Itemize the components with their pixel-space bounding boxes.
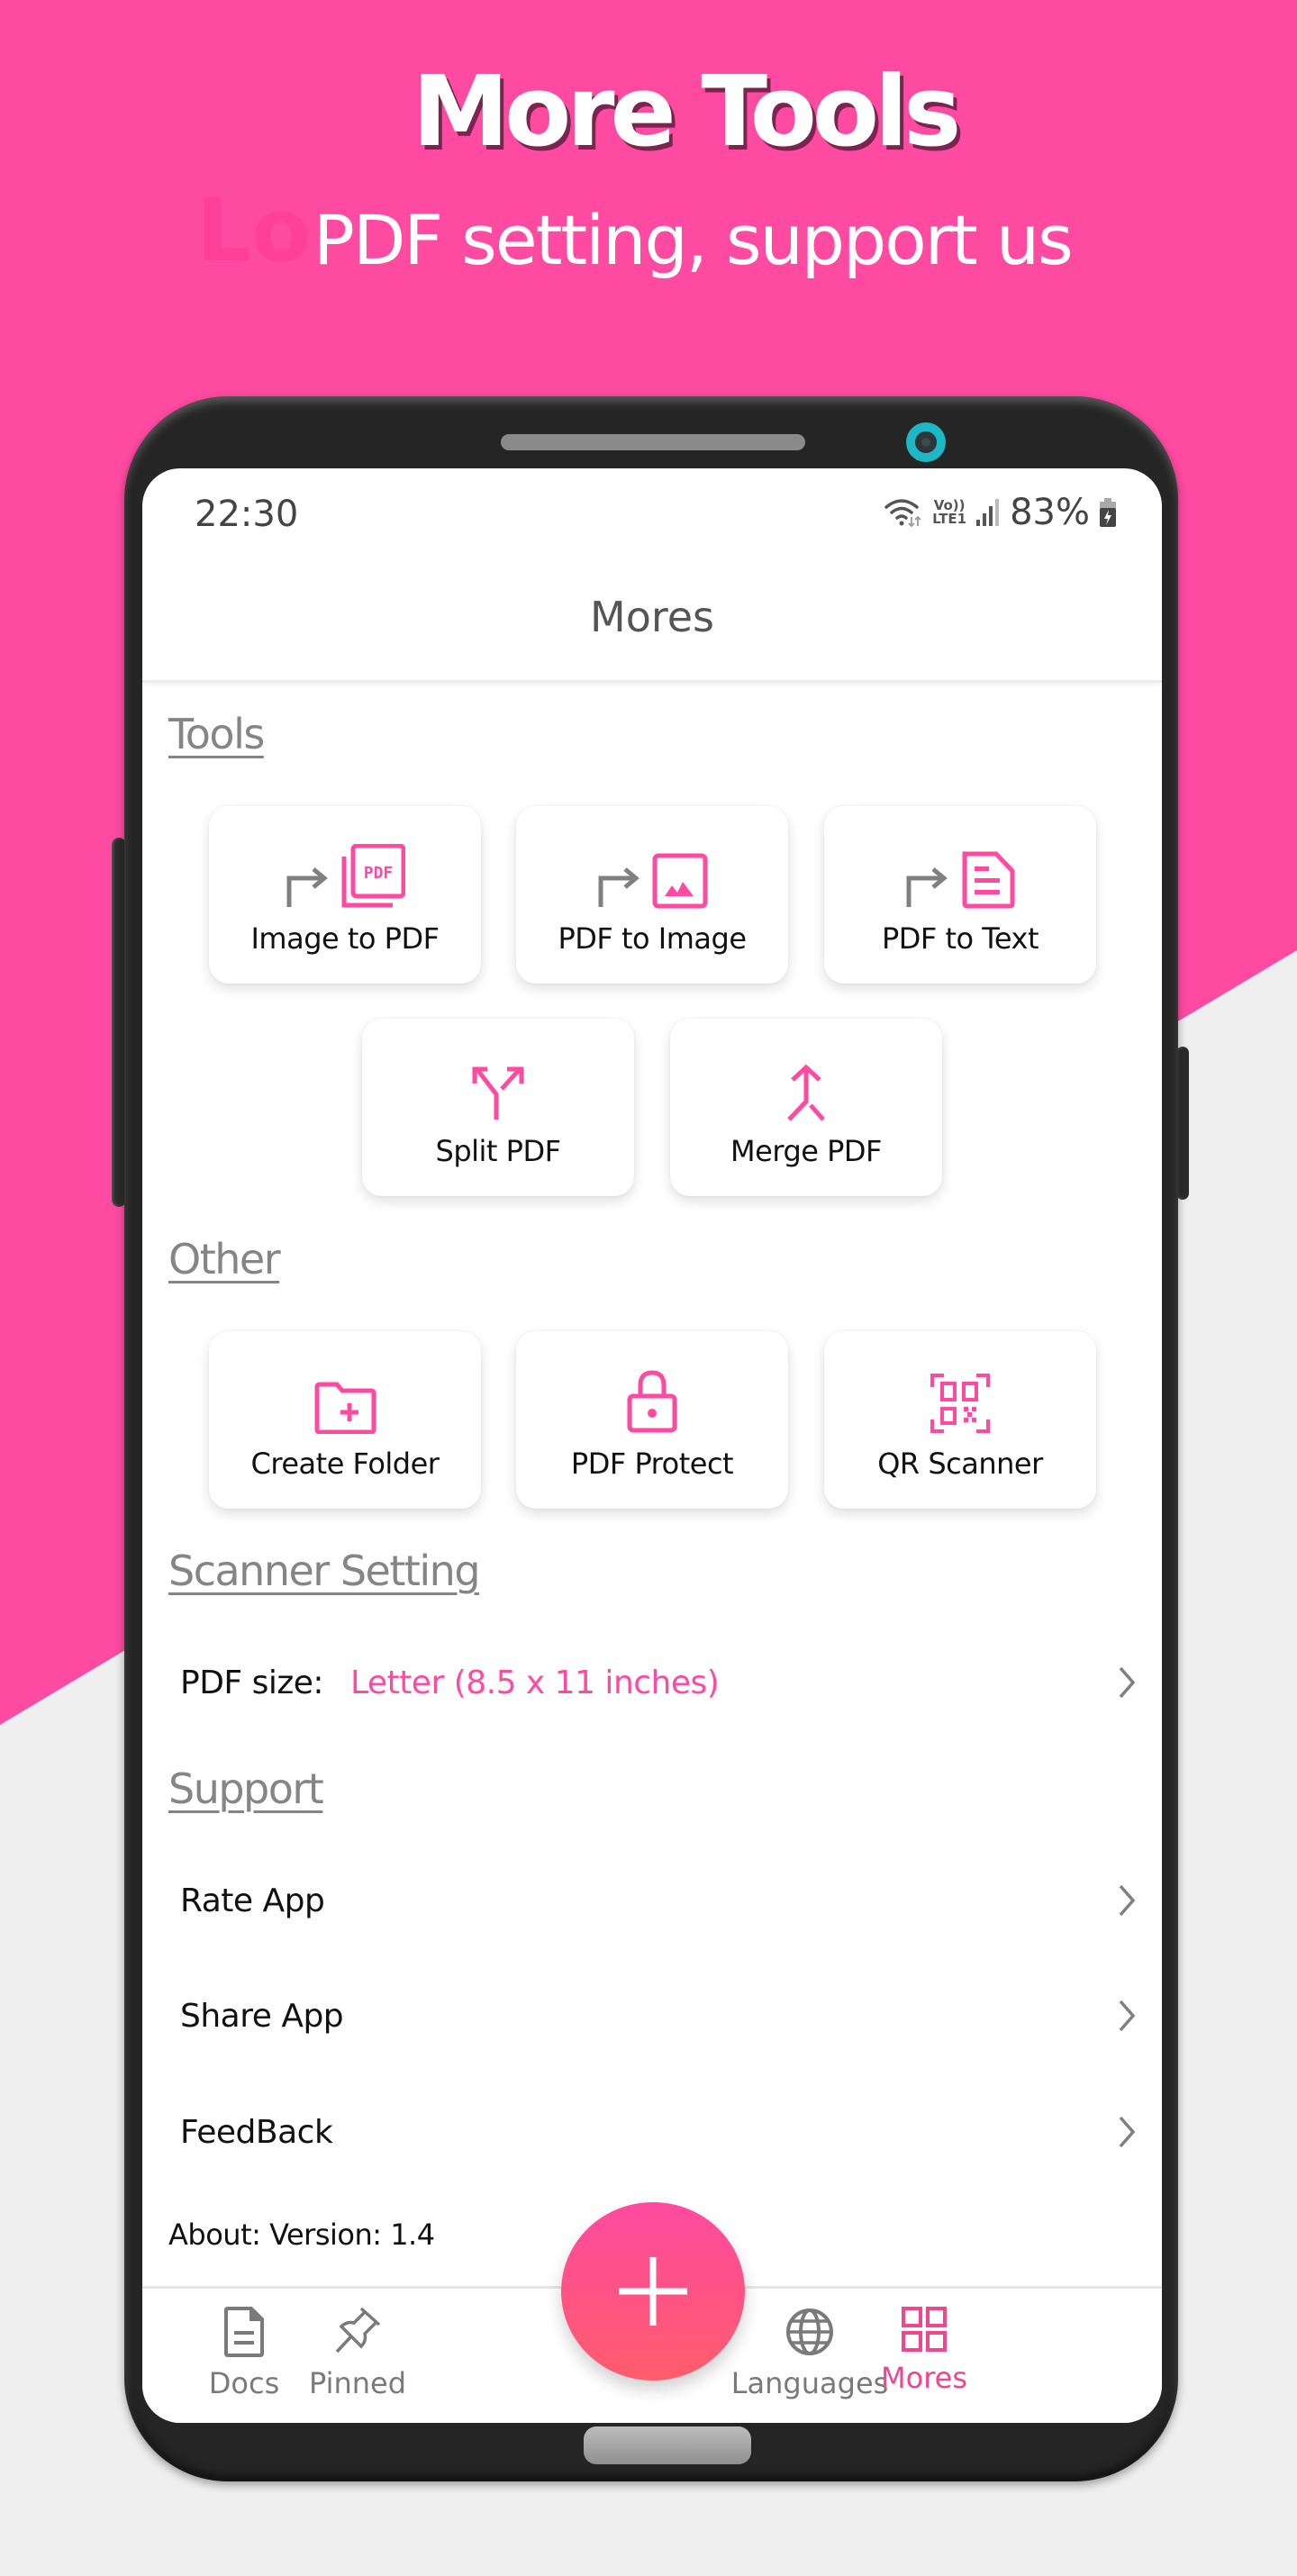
other-label: QR Scanner: [877, 1447, 1043, 1481]
phone-side-button-right: [1176, 1047, 1189, 1200]
tool-split-pdf[interactable]: Split PDF: [362, 1019, 634, 1196]
other-qr-scanner[interactable]: QR Scanner: [824, 1331, 1096, 1509]
nav-label: Docs: [208, 2366, 280, 2400]
tool-image-to-pdf[interactable]: PDF Image to PDF: [209, 806, 481, 984]
lock-icon: [627, 1370, 677, 1433]
section-title-other: Other: [168, 1235, 281, 1283]
lte-label: LTE1: [932, 511, 967, 527]
plus-icon: [619, 2257, 687, 2326]
status-icons: Vo)) LTE1 83%: [884, 492, 1117, 533]
section-title-scanner-setting: Scanner Setting: [168, 1547, 481, 1595]
support-rate-app[interactable]: Rate App: [142, 1855, 1162, 1946]
page-title: Mores: [590, 593, 714, 641]
nav-label: Mores: [881, 2361, 967, 2395]
about-version: About: Version: 1.4: [168, 2218, 435, 2252]
pdf-size-row[interactable]: PDF size: Letter (8.5 x 11 inches): [142, 1637, 1162, 1728]
battery-percent: 83%: [1010, 492, 1090, 533]
section-title-tools: Tools: [168, 710, 265, 758]
volte-lte-icon: Vo)) LTE1: [932, 499, 966, 526]
image-to-pdf-icon: PDF: [341, 844, 405, 908]
rate-app-label: Rate App: [180, 1882, 325, 1919]
signal-icon: [976, 499, 1000, 526]
tool-pdf-to-image[interactable]: PDF to Image: [516, 806, 788, 984]
phone-screen: 22:30 Vo)) LTE1 83% Mores Tools PDF Imag…: [142, 468, 1162, 2423]
tool-pdf-to-text[interactable]: PDF to Text: [824, 806, 1096, 984]
battery-charging-icon: [1100, 498, 1116, 527]
tool-label: Image to PDF: [250, 921, 440, 956]
chevron-right-icon: [1119, 2116, 1136, 2148]
pdf-size-label: PDF size:: [180, 1664, 324, 1701]
pdf-to-text-icon: [962, 851, 1015, 909]
tool-label: PDF to Text: [881, 921, 1039, 956]
support-share-app[interactable]: Share App: [142, 1971, 1162, 2061]
chevron-right-icon: [1119, 1666, 1136, 1699]
feedback-label: FeedBack: [180, 2113, 333, 2151]
nav-pinned[interactable]: Pinned: [286, 2307, 430, 2400]
hero-subtitle: PDF setting, support us: [313, 200, 1074, 280]
chevron-right-icon: [1119, 1884, 1136, 1917]
tool-label: Merge PDF: [730, 1134, 882, 1168]
grid-icon: [902, 2307, 947, 2352]
other-pdf-protect[interactable]: PDF Protect: [516, 1331, 788, 1509]
qr-scanner-icon: [930, 1374, 990, 1433]
phone-speaker: [501, 434, 805, 450]
hero-title: More Tools: [412, 56, 962, 168]
merge-icon: [787, 1064, 825, 1121]
phone-camera: [906, 422, 946, 462]
tool-label: Split PDF: [435, 1134, 561, 1168]
nav-mores[interactable]: Mores: [852, 2307, 996, 2395]
hero-ghost-text: Lo: [196, 180, 312, 281]
arrow-turn-right-icon: [598, 867, 639, 907]
section-title-support: Support: [168, 1764, 324, 1813]
other-create-folder[interactable]: Create Folder: [209, 1331, 481, 1509]
nav-label: Pinned: [308, 2366, 407, 2400]
svg-text:PDF: PDF: [364, 864, 394, 883]
phone-home-button: [584, 2426, 751, 2464]
add-fab-button[interactable]: [561, 2202, 745, 2381]
status-time: 22:30: [195, 494, 299, 535]
globe-icon: [786, 2308, 833, 2355]
split-icon: [472, 1066, 524, 1120]
pdf-to-image-icon: [652, 853, 708, 909]
other-label: PDF Protect: [570, 1447, 734, 1481]
support-feedback[interactable]: FeedBack: [142, 2087, 1162, 2177]
tool-label: PDF to Image: [558, 921, 747, 956]
arrow-turn-right-icon: [286, 867, 328, 907]
chevron-right-icon: [1119, 2000, 1136, 2032]
app-header: Mores: [142, 554, 1162, 683]
wifi-icon: [884, 499, 921, 528]
other-label: Create Folder: [250, 1447, 440, 1481]
tool-merge-pdf[interactable]: Merge PDF: [670, 1019, 942, 1196]
arrow-turn-right-icon: [906, 867, 948, 907]
document-icon: [224, 2307, 264, 2357]
share-app-label: Share App: [180, 1997, 344, 2035]
pdf-size-value[interactable]: Letter (8.5 x 11 inches): [350, 1664, 720, 1701]
pin-icon: [335, 2307, 381, 2354]
create-folder-icon: [314, 1382, 376, 1434]
